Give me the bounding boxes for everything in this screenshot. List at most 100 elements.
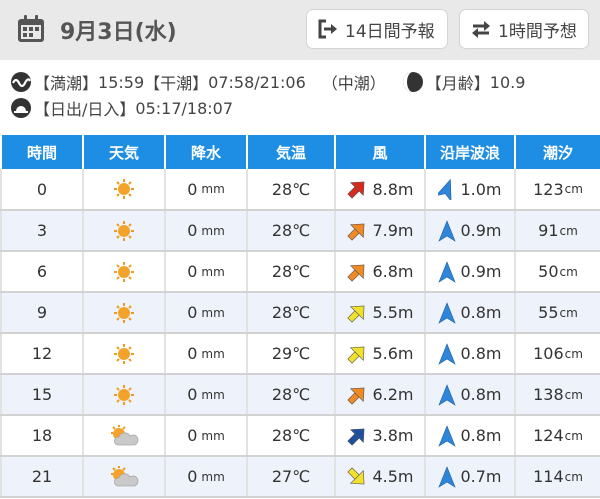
- time-cell: 9: [0, 292, 84, 334]
- high-tide-value: 15:59: [98, 72, 145, 92]
- precip-unit: mm: [201, 469, 225, 484]
- wind-value: 6.2m: [372, 385, 414, 404]
- precip-cell: 0 mm: [164, 210, 248, 252]
- sunny-icon: [114, 220, 134, 241]
- column-header: 潮汐: [514, 135, 600, 169]
- precip-unit: mm: [201, 182, 225, 196]
- wave-value: 0.8m: [460, 344, 502, 363]
- precip-value: 0: [187, 385, 198, 404]
- table-row: 9 0 mm 28℃ 5.5m 0.8m 55 cm: [0, 292, 600, 334]
- wave-value: 0.8m: [460, 385, 502, 404]
- tide-unit: cm: [564, 469, 583, 484]
- temp-cell: 28℃: [246, 374, 336, 416]
- precip-value: 0: [187, 179, 198, 199]
- weather-cell: [82, 374, 166, 416]
- forecast-14day-button[interactable]: 14日間予報: [306, 9, 448, 49]
- sunny-icon: [114, 261, 134, 282]
- sunny-icon: [114, 343, 134, 364]
- precip-value: 0: [187, 303, 198, 322]
- tide-info-line: 【満潮】 15:59 【干潮】 07:58/21:06 （中潮） 【月齢】 10…: [10, 70, 525, 94]
- tide-value: 50: [538, 262, 559, 281]
- temp-cell: 28℃: [246, 210, 336, 252]
- sunny-cloudy-icon: [111, 465, 139, 486]
- table-row: 12 0 mm 29℃ 5.6m 0.8m 106 cm: [0, 333, 600, 375]
- sun-value: 05:17/18:07: [135, 98, 234, 118]
- precip-value: 0: [187, 467, 198, 486]
- wind-arrow-icon: [347, 346, 365, 364]
- wind-value: 5.6m: [372, 344, 414, 363]
- column-header: 天気: [82, 135, 166, 169]
- wave-direction-icon: [438, 383, 457, 406]
- tide-value: 106: [533, 344, 564, 363]
- wind-value: 7.9m: [372, 221, 414, 240]
- wave-direction-icon: [438, 260, 457, 283]
- precip-cell: 0 mm: [164, 374, 248, 416]
- column-header: 風: [334, 135, 426, 169]
- precip-unit: mm: [201, 387, 225, 402]
- wind-cell: 5.6m: [334, 333, 426, 375]
- time-cell: 21: [0, 456, 84, 498]
- sunny-cloudy-icon: [111, 424, 139, 445]
- weather-cell: [82, 415, 166, 457]
- precip-cell: 0 mm: [164, 169, 248, 211]
- wave-cell: 0.9m: [424, 210, 516, 252]
- wave-value: 1.0m: [460, 179, 502, 199]
- wind-value: 8.8m: [372, 179, 414, 199]
- forecast-1hour-button[interactable]: 1時間予想: [459, 9, 589, 49]
- wind-arrow-icon: [347, 428, 365, 446]
- tide-cell: 124 cm: [514, 415, 600, 457]
- precip-value: 0: [187, 426, 198, 445]
- wave-value: 0.9m: [460, 221, 502, 240]
- precip-value: 0: [187, 262, 198, 281]
- tide-unit: cm: [559, 305, 578, 320]
- table-row: 21 0 mm 27℃ 4.5m 0.7m 114 cm: [0, 456, 600, 498]
- precip-unit: mm: [201, 264, 225, 279]
- tide-cell: 91 cm: [514, 210, 600, 252]
- wind-arrow-icon: [347, 264, 365, 282]
- weather-cell: [82, 169, 166, 211]
- wind-cell: 6.8m: [334, 251, 426, 293]
- wave-value: 0.8m: [460, 426, 502, 445]
- wave-direction-icon: [438, 178, 452, 200]
- wind-cell: 3.8m: [334, 415, 426, 457]
- time-cell: 6: [0, 251, 84, 293]
- sunny-icon: [114, 179, 134, 199]
- wind-cell: 4.5m: [334, 456, 426, 498]
- precip-value: 0: [187, 221, 198, 240]
- wave-direction-icon: [438, 424, 457, 447]
- weather-cell: [82, 210, 166, 252]
- moon-age-value: 10.9: [489, 72, 526, 92]
- forecast-1hour-label: 1時間予想: [498, 21, 577, 42]
- time-cell: 3: [0, 210, 84, 252]
- time-cell: 15: [0, 374, 84, 416]
- sign-out-icon: [318, 19, 337, 39]
- precip-cell: 0 mm: [164, 456, 248, 498]
- moon-age-label: 【月齢】: [425, 74, 490, 93]
- table-row: 18 0 mm 28℃ 3.8m 0.8m 124 cm: [0, 415, 600, 457]
- wave-cell: 0.8m: [424, 333, 516, 375]
- tide-cell: 123 cm: [514, 169, 600, 211]
- wind-arrow-icon: [347, 223, 365, 241]
- calendar-icon: [18, 15, 44, 42]
- wind-cell: 8.8m: [334, 169, 426, 211]
- low-tide-label: 【干潮】: [144, 74, 209, 93]
- wave-direction-icon: [438, 342, 457, 365]
- precip-cell: 0 mm: [164, 251, 248, 293]
- time-cell: 0: [0, 169, 84, 211]
- temp-cell: 28℃: [246, 169, 336, 211]
- table-header-row: 時間 天気 降水 気温風沿岸波浪 潮汐: [0, 135, 600, 169]
- precip-cell: 0 mm: [164, 415, 248, 457]
- wave-cell: 0.8m: [424, 374, 516, 416]
- column-header: 降水: [164, 135, 248, 169]
- table-row: 0 0 mm 28℃ 8.8m 1.0m 123 cm: [0, 169, 600, 211]
- wave-cell: 0.8m: [424, 292, 516, 334]
- tide-unit: cm: [564, 182, 583, 196]
- wind-cell: 7.9m: [334, 210, 426, 252]
- tide-cell: 114 cm: [514, 456, 600, 498]
- temp-cell: 27℃: [246, 456, 336, 498]
- precip-unit: mm: [201, 305, 225, 320]
- low-tide-value: 07:58/21:06: [208, 72, 306, 92]
- wave-direction-icon: [438, 219, 457, 242]
- tide-value: 55: [538, 303, 559, 322]
- column-header: 沿岸波浪: [424, 135, 516, 169]
